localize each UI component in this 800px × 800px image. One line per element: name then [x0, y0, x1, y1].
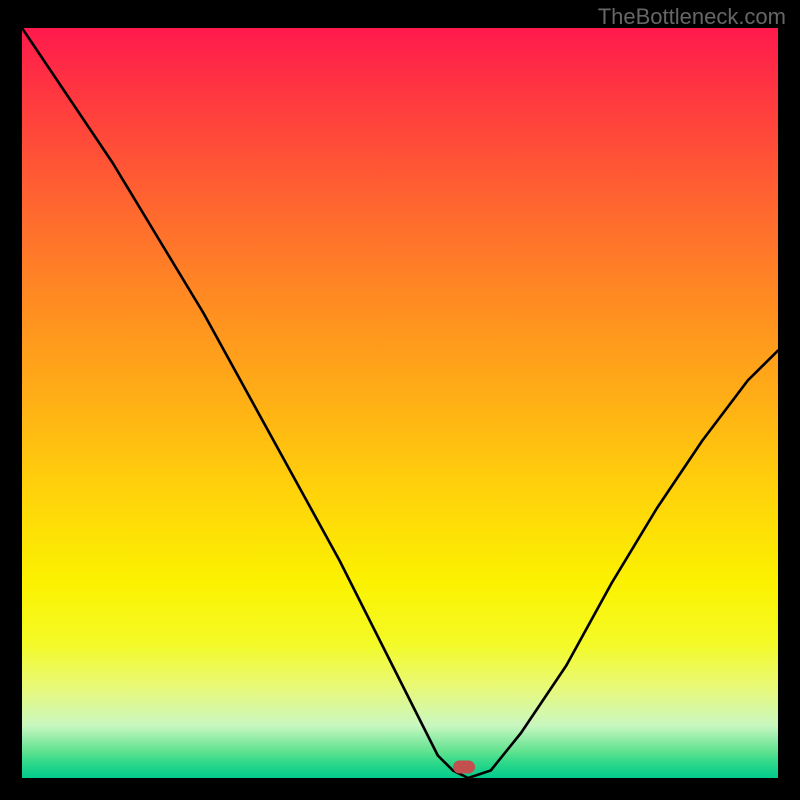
- watermark-text: TheBottleneck.com: [598, 4, 786, 30]
- chart-plot-area: [22, 28, 778, 778]
- bottleneck-curve: [22, 28, 778, 778]
- optimal-point-marker: [453, 760, 475, 773]
